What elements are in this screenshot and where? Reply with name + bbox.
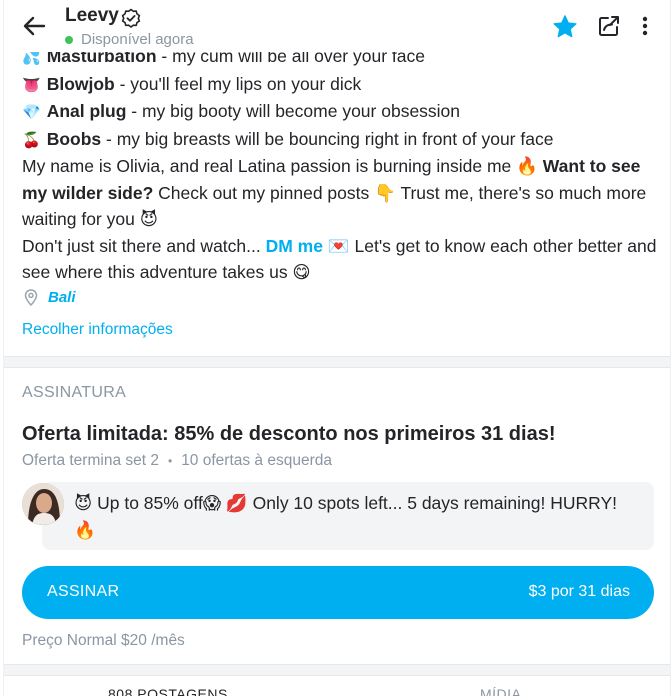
promo-message: 😈 Up to 85% off😱 💋 Only 10 spots left...… xyxy=(74,493,617,540)
subscribe-label: ASSINAR xyxy=(47,583,120,600)
back-arrow-icon[interactable] xyxy=(20,12,48,40)
bio-item: 👅 Blowjob - you'll feel my lips on your d… xyxy=(22,71,662,99)
top-bar: Leevy Disponível agora xyxy=(4,0,670,52)
bio-paragraph: Don't just sit there and watch... DM me … xyxy=(22,235,657,283)
dm-me-link[interactable]: DM me xyxy=(266,236,323,256)
section-divider xyxy=(4,664,670,676)
tab-media[interactable]: MÍDIA xyxy=(480,686,521,696)
online-status-label: Disponível agora xyxy=(81,31,194,48)
offers-left: 10 ofertas à esquerda xyxy=(181,452,332,469)
subscribe-price: $3 por 31 dias xyxy=(528,583,630,600)
location-pin-icon xyxy=(24,289,38,306)
bio-paragraph: My name is Olivia, and real Latina passi… xyxy=(22,156,647,229)
gem-emoji: 💎 xyxy=(22,103,41,121)
avatar[interactable] xyxy=(22,483,64,525)
bio-item: 💎 Anal plug - my big booty will become yo… xyxy=(22,98,662,126)
tab-posts[interactable]: 808 POSTAGENS xyxy=(108,686,228,696)
share-icon[interactable] xyxy=(597,14,621,38)
offer-meta: Oferta termina set 2 • 10 ofertas à esqu… xyxy=(22,452,332,470)
cherries-emoji: 🍒 xyxy=(22,130,41,149)
profile-tabs: 808 POSTAGENS MÍDIA xyxy=(4,686,670,696)
more-vertical-icon[interactable] xyxy=(638,15,652,37)
tongue-emoji: 👅 xyxy=(22,75,41,94)
online-status: Disponível agora xyxy=(65,31,194,48)
online-dot xyxy=(65,35,73,44)
offer-title: Oferta limitada: 85% de desconto nos pri… xyxy=(22,423,556,445)
collapse-info-link[interactable]: Recolher informações xyxy=(22,321,173,339)
page-title: Leevy xyxy=(65,5,119,26)
subscribe-button[interactable]: ASSINAR $3 por 31 dias xyxy=(22,566,654,619)
location-label: Bali xyxy=(48,289,76,306)
section-divider xyxy=(4,356,670,368)
regular-price: Preço Normal $20 /mês xyxy=(22,632,185,649)
star-icon[interactable] xyxy=(552,14,578,40)
profile-page: 💦 Masturbation - my cum will be all over … xyxy=(3,0,671,696)
subscription-section-label: ASSINATURA xyxy=(22,384,127,401)
offer-ends: Oferta termina set 2 xyxy=(22,452,159,469)
verified-icon xyxy=(121,8,141,28)
location: Bali xyxy=(24,289,76,306)
bio-item: 🍒 Boobs - my big breasts will be bouncing… xyxy=(22,126,662,154)
profile-bio: 💦 Masturbation - my cum will be all over … xyxy=(22,43,662,286)
separator-dot: • xyxy=(167,454,173,468)
